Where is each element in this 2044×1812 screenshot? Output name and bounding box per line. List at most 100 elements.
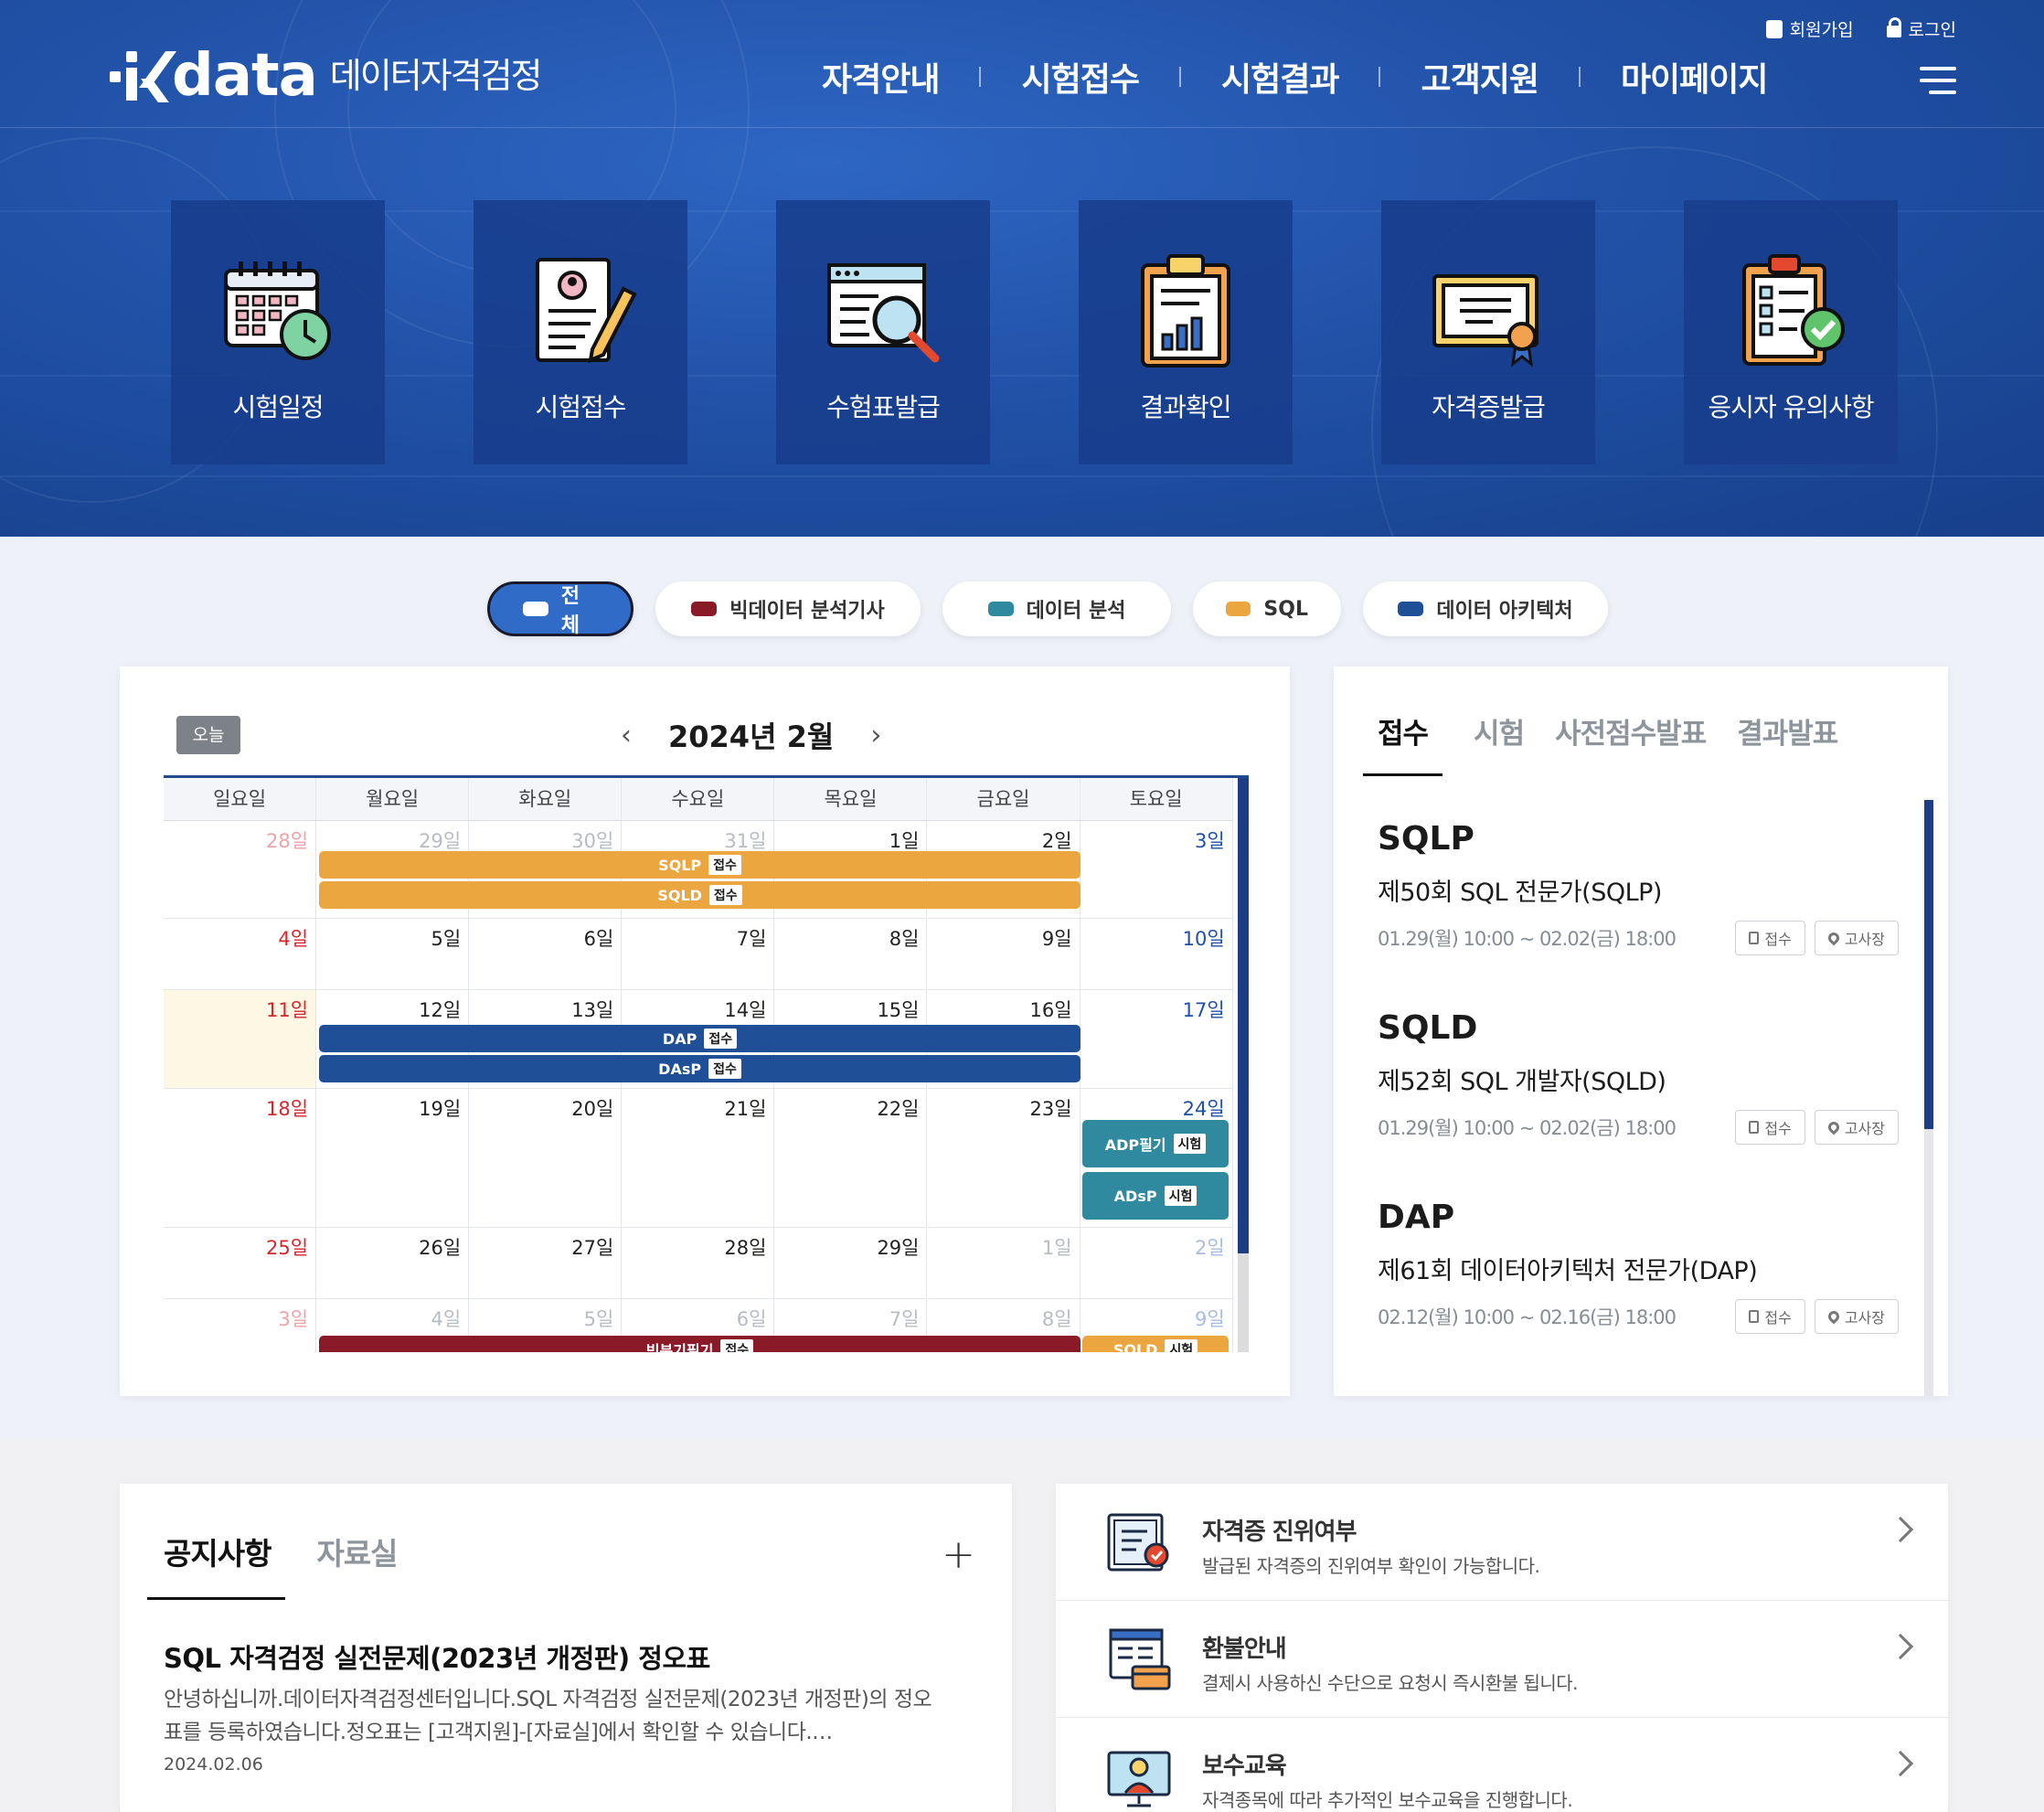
- filter-label: SQL: [1263, 597, 1308, 621]
- filter-data-analysis[interactable]: 데이터 분석: [942, 581, 1171, 636]
- calendar-day-cell[interactable]: 6일: [469, 919, 623, 990]
- event-sqlp-apply[interactable]: SQLP 접수: [319, 851, 1081, 879]
- schedule-scrollbar[interactable]: [1924, 800, 1933, 1396]
- day-number: 1일: [889, 830, 920, 852]
- link-certificate-verify[interactable]: 자격증 진위여부 발급된 자격증의 진위여부 확인이 가능합니다.: [1056, 1484, 1948, 1601]
- calendar-day-cell[interactable]: 9일: [927, 919, 1081, 990]
- scroll-thumb[interactable]: [1924, 800, 1933, 1129]
- apply-button[interactable]: 접수: [1735, 1110, 1805, 1145]
- exam-category-filter: 전체 빅데이터 분석기사 데이터 분석 SQL 데이터 아키텍처: [487, 581, 1608, 637]
- event-adsp-exam[interactable]: ADsP 시험: [1082, 1172, 1229, 1220]
- event-tag: 접수: [704, 1029, 738, 1049]
- calendar-day-cell[interactable]: 21일: [622, 1089, 775, 1228]
- nav-item-mypage[interactable]: 마이페이지: [1581, 53, 1808, 101]
- nav-item-support[interactable]: 고객지원: [1380, 53, 1578, 101]
- calendar-day-cell[interactable]: 11일: [164, 990, 317, 1089]
- calendar-day-cell[interactable]: 3일: [1080, 821, 1233, 919]
- calendar-day-cell[interactable]: 1일: [927, 1228, 1081, 1299]
- calendar-day-cell[interactable]: 19일: [316, 1089, 470, 1228]
- tab-apply[interactable]: 접수: [1363, 710, 1443, 776]
- calendar-day-cell[interactable]: 28일: [622, 1228, 775, 1299]
- apply-button[interactable]: 접수: [1735, 921, 1805, 955]
- calendar-day-cell[interactable]: 8일: [774, 919, 928, 990]
- tile-exam-apply[interactable]: 시험접수: [474, 200, 687, 464]
- site-logo[interactable]: data 데이터자격검정: [110, 44, 543, 108]
- calendar-scrollbar[interactable]: [1238, 778, 1249, 1352]
- tile-exam-schedule[interactable]: 시험일정: [171, 200, 385, 464]
- calendar-day-cell[interactable]: 4일: [164, 919, 317, 990]
- notice-title[interactable]: SQL 자격검정 실전문제(2023년 개정판) 정오표: [164, 1637, 710, 1676]
- exam-name: 제61회 데이터아키텍처 전문가(DAP): [1378, 1257, 1758, 1285]
- day-number: 6일: [736, 1308, 767, 1330]
- more-plus-icon[interactable]: +: [942, 1531, 975, 1578]
- calendar-day-cell[interactable]: 5일: [316, 919, 470, 990]
- filter-label: 데이터 아키텍처: [1436, 600, 1573, 623]
- calendar-day-cell[interactable]: 26일: [316, 1228, 470, 1299]
- notice-tabs: 공지사항 자료실: [147, 1530, 399, 1600]
- event-dasp-apply[interactable]: DAsP 접수: [319, 1055, 1081, 1082]
- today-button[interactable]: 오늘: [176, 716, 240, 754]
- calendar-day-cell[interactable]: 7일: [622, 919, 775, 990]
- prev-month-chevron-icon[interactable]: ‹: [621, 719, 632, 751]
- filter-data-architecture[interactable]: 데이터 아키텍처: [1363, 581, 1608, 636]
- calendar-day-cell[interactable]: 28일: [164, 821, 317, 919]
- login-link[interactable]: 로그인: [1886, 16, 1956, 41]
- day-number: 29일: [419, 830, 462, 852]
- tile-certificate-issue[interactable]: 자격증발급: [1381, 200, 1595, 464]
- link-desc: 발급된 자격증의 진위여부 확인이 가능합니다.: [1202, 1555, 1540, 1577]
- calendar-day-cell[interactable]: 10일: [1080, 919, 1233, 990]
- calendar-day-cell[interactable]: 17일: [1080, 990, 1233, 1089]
- calendar-day-cell[interactable]: 2일: [1080, 1228, 1233, 1299]
- signup-label: 회원가입: [1789, 20, 1854, 40]
- signup-link[interactable]: 회원가입: [1765, 16, 1854, 41]
- calendar-day-cell[interactable]: 29일: [774, 1228, 928, 1299]
- filter-bigdata[interactable]: 빅데이터 분석기사: [655, 581, 921, 636]
- event-name: SQLD: [657, 886, 702, 904]
- schedule-card: 접수 시험 사전점수발표 결과발표 SQLP 제50회 SQL 전문가(SQLP…: [1334, 666, 1948, 1396]
- month-title: 2024년 2월: [668, 719, 835, 754]
- apply-button[interactable]: 접수: [1735, 1299, 1805, 1334]
- nav-item-apply[interactable]: 시험접수: [981, 53, 1178, 101]
- exam-meta: 01.29(월) 10:00 ~ 02.02(금) 18:00 접수 고사장: [1378, 921, 1899, 955]
- exam-site-button[interactable]: 고사장: [1814, 1110, 1899, 1145]
- tab-result[interactable]: 결과발표: [1737, 710, 1838, 776]
- hamburger-menu-icon[interactable]: [1920, 67, 1956, 94]
- calendar-day-cell[interactable]: 27일: [469, 1228, 623, 1299]
- calendar-day-cell[interactable]: 3일: [164, 1299, 317, 1352]
- calendar-day-cell[interactable]: 22일: [774, 1089, 928, 1228]
- chevron-right-icon: [1887, 1750, 1914, 1777]
- exam-site-button[interactable]: 고사장: [1814, 1299, 1899, 1334]
- exam-site-label: 고사장: [1844, 931, 1885, 948]
- event-adp-exam[interactable]: ADP필기 시험: [1082, 1120, 1229, 1167]
- tile-result-check[interactable]: 결과확인: [1079, 200, 1293, 464]
- scroll-thumb[interactable]: [1238, 778, 1249, 1253]
- filter-all[interactable]: 전체: [487, 581, 633, 637]
- apply-label: 접수: [1764, 1120, 1792, 1137]
- utility-menu: 회원가입 로그인: [1765, 16, 1956, 41]
- link-refund-info[interactable]: 환불안내 결제시 사용하신 수단으로 요청시 즉시환불 됩니다.: [1056, 1601, 1948, 1718]
- tile-ticket-issue[interactable]: 수험표발급: [776, 200, 990, 464]
- tab-archive[interactable]: 자료실: [316, 1530, 398, 1600]
- hero-header: data 데이터자격검정 회원가입 로그인 자격안내 시험접수 시험결과 고객지…: [0, 0, 2044, 537]
- tab-exam[interactable]: 시험: [1474, 710, 1525, 776]
- tab-pre-score[interactable]: 사전점수발표: [1555, 710, 1707, 776]
- calendar-day-cell[interactable]: 18일: [164, 1089, 317, 1228]
- filter-sql[interactable]: SQL: [1193, 581, 1341, 636]
- event-sqld-exam[interactable]: SQLD 시험: [1082, 1336, 1229, 1352]
- nav-item-results[interactable]: 시험결과: [1181, 53, 1379, 101]
- exam-site-button[interactable]: 고사장: [1814, 921, 1899, 955]
- tile-examinee-notice[interactable]: 응시자 유의사항: [1684, 200, 1898, 464]
- calendar-day-cell[interactable]: 20일: [469, 1089, 623, 1228]
- event-dap-apply[interactable]: DAP 접수: [319, 1025, 1081, 1052]
- day-number: 12일: [419, 999, 462, 1021]
- calendar-day-cell[interactable]: 25일: [164, 1228, 317, 1299]
- link-continuing-education[interactable]: 보수교육 자격종목에 따라 추가적인 보수교육을 진행합니다.: [1056, 1718, 1948, 1812]
- nav-item-qualification[interactable]: 자격안내: [782, 53, 979, 101]
- event-bigdata-apply[interactable]: 빅분기필기 접수: [319, 1336, 1081, 1352]
- next-month-chevron-icon[interactable]: ›: [870, 719, 881, 751]
- quick-menu: 시험일정 시험접수 수험표발급 결과확인 자격증발급 응시자 유의사항: [171, 200, 1898, 464]
- event-sqld-apply[interactable]: SQLD 접수: [319, 881, 1081, 909]
- tab-notice[interactable]: 공지사항: [147, 1530, 286, 1600]
- event-name: ADP필기: [1104, 1136, 1166, 1154]
- calendar-day-cell[interactable]: 23일: [927, 1089, 1081, 1228]
